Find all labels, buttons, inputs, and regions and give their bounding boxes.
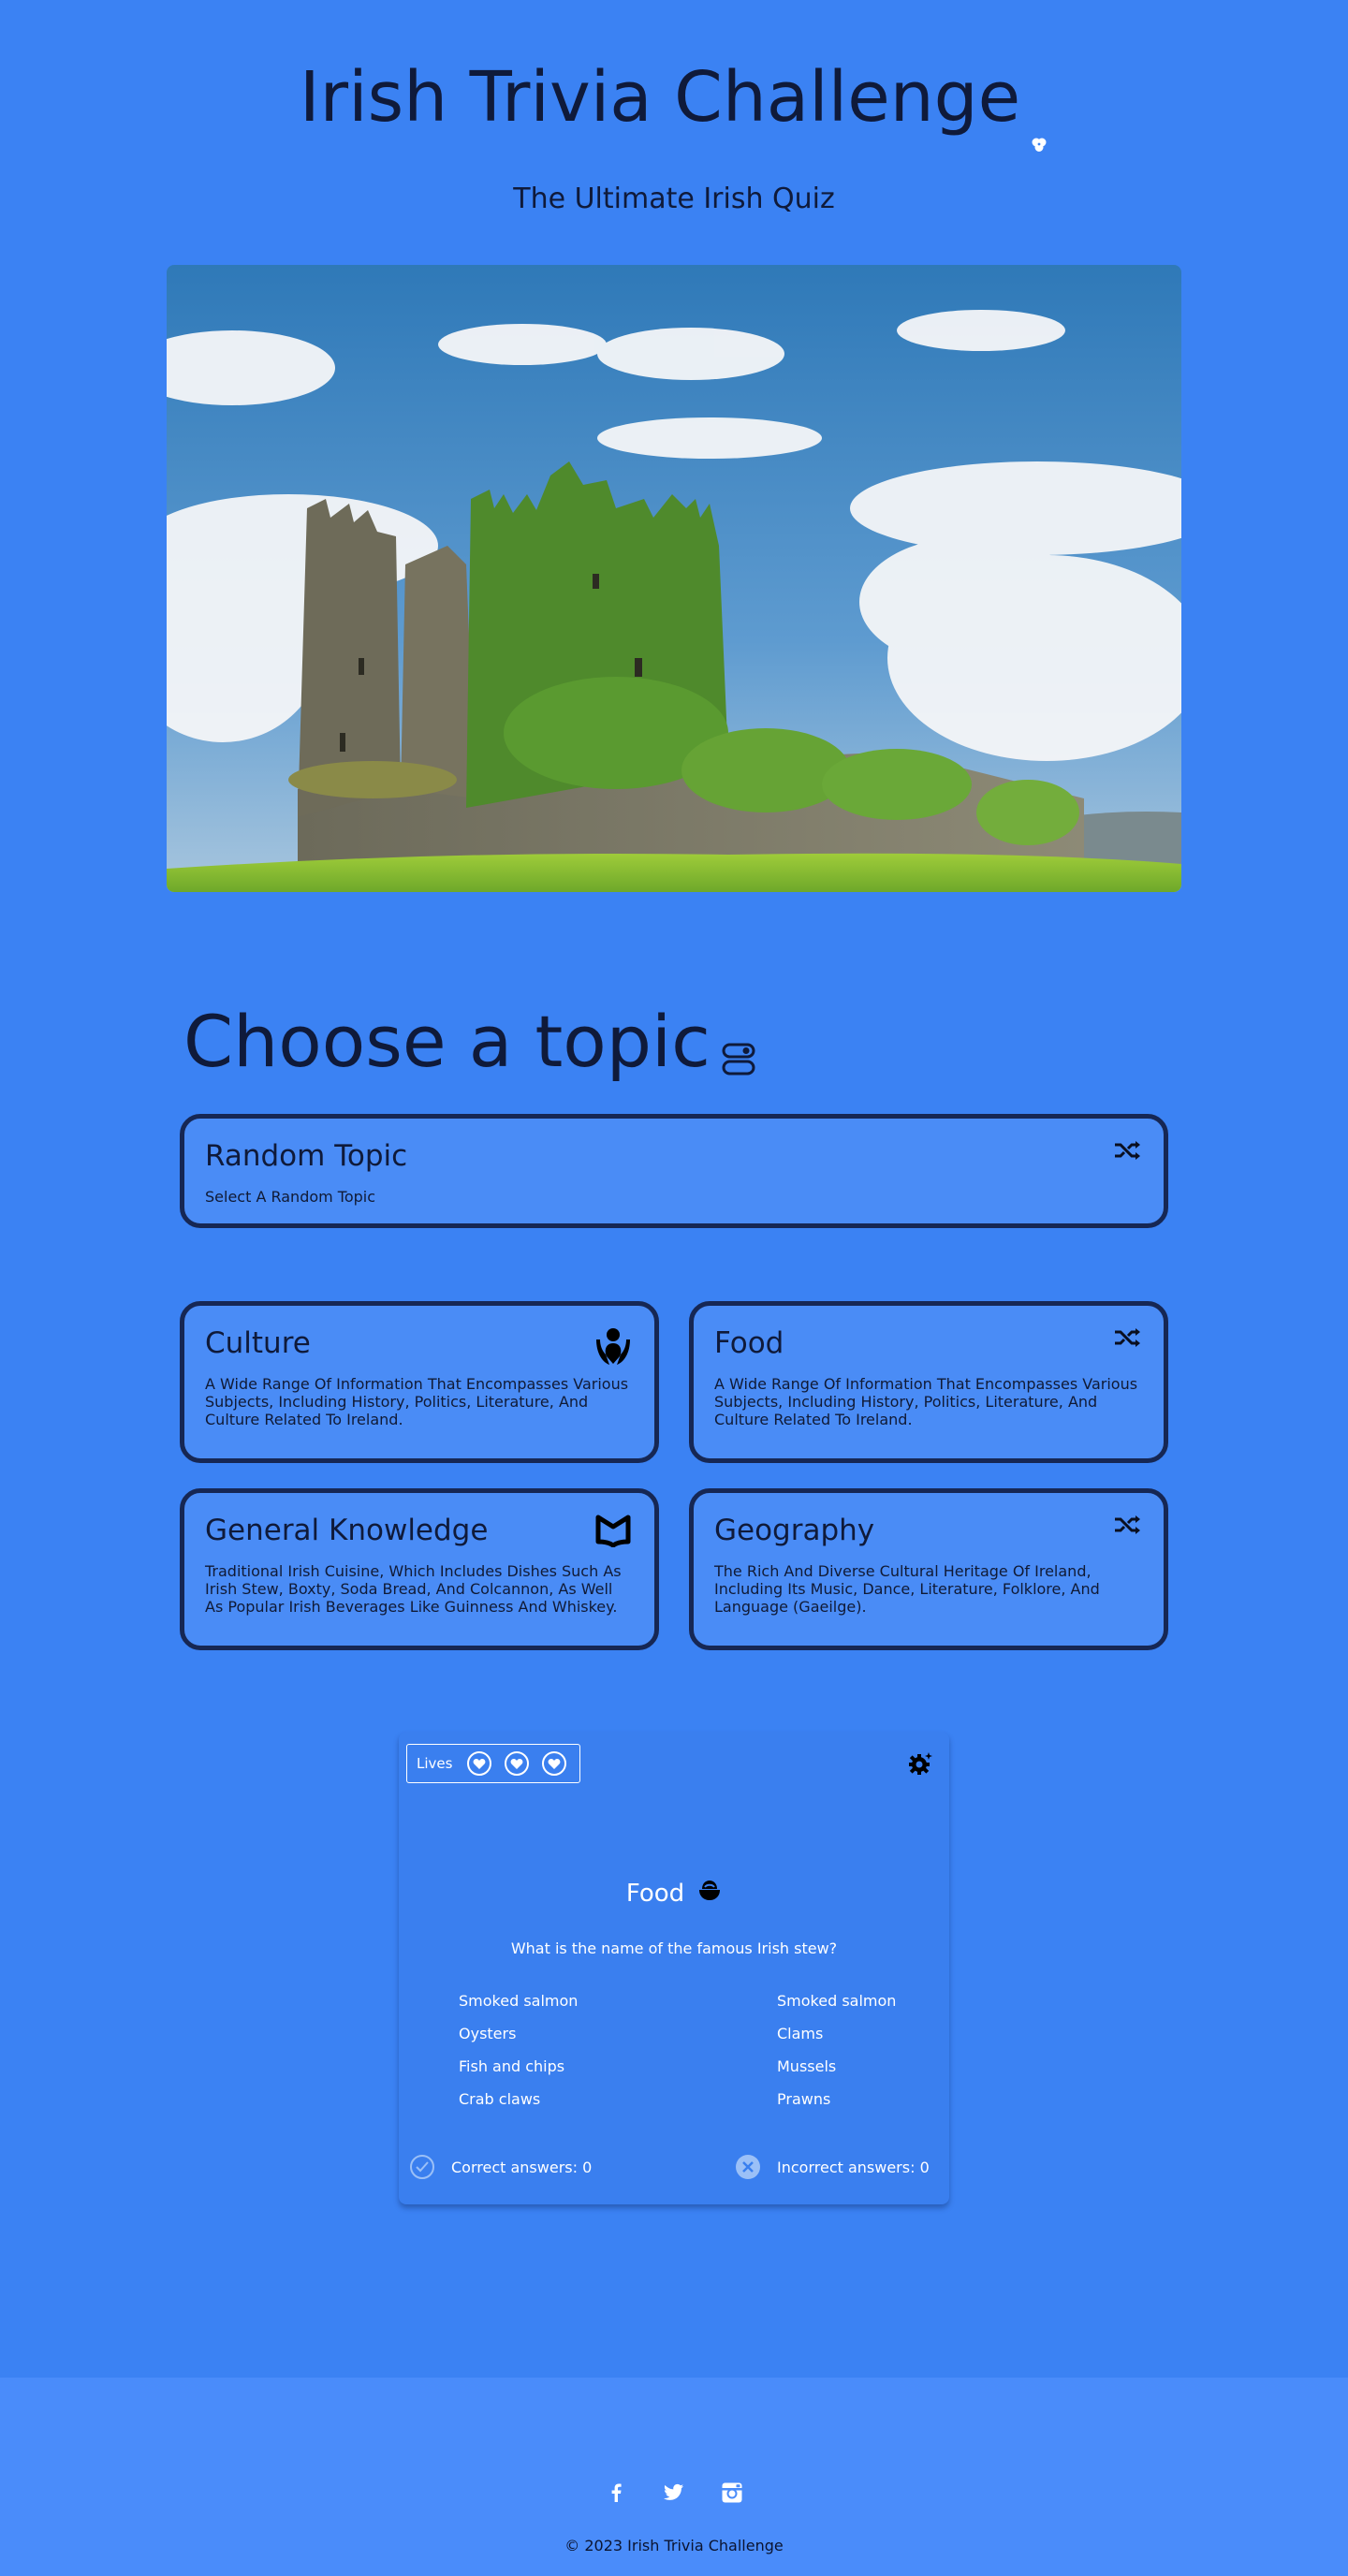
quiz-topic: Food xyxy=(625,1879,685,1908)
answer-option[interactable]: Smoked salmon xyxy=(777,1992,896,2025)
correct-answers-counter: Correct answers: 0 xyxy=(410,2155,592,2179)
food-bowl-icon xyxy=(697,1878,722,1909)
quiz-question: What is the name of the famous Irish ste… xyxy=(510,1939,838,1957)
heart-icon xyxy=(467,1751,492,1776)
copyright-text: © 2023 Irish Trivia Challenge xyxy=(564,2537,784,2554)
facebook-icon[interactable] xyxy=(606,2482,626,2503)
site-footer: © 2023 Irish Trivia Challenge xyxy=(0,2378,1348,2576)
topic-card-culture[interactable]: Culture A Wide Range Of Information That… xyxy=(180,1301,659,1463)
topics-heading: Choose a topic xyxy=(183,1000,711,1083)
shuffle-icon xyxy=(1113,1514,1141,1540)
topic-card-description: The Rich And Diverse Cultural Heritage O… xyxy=(714,1562,1100,1616)
shuffle-icon xyxy=(1113,1139,1141,1165)
topic-card-title: Geography xyxy=(714,1514,875,1547)
hero-castle-image xyxy=(167,265,1181,892)
topic-card-description: A Wide Range Of Information That Encompa… xyxy=(205,1375,629,1428)
topic-card-geography[interactable]: Geography The Rich And Diverse Cultural … xyxy=(689,1488,1168,1650)
topic-card-title: Food xyxy=(714,1326,784,1360)
topic-card-title: Random Topic xyxy=(205,1139,408,1173)
answer-option[interactable]: Crab claws xyxy=(459,2090,578,2123)
topic-card-general-knowledge[interactable]: General Knowledge Traditional Irish Cuis… xyxy=(180,1488,659,1650)
shamrock-icon xyxy=(1030,90,1048,173)
shuffle-icon xyxy=(1113,1326,1141,1353)
topic-card-random[interactable]: Random Topic Select A Random Topic xyxy=(180,1114,1168,1228)
site-title: Irish Trivia Challenge xyxy=(299,57,1021,138)
hands-person-icon xyxy=(594,1326,632,1369)
answer-option[interactable]: Prawns xyxy=(777,2090,896,2123)
lives-counter: Lives xyxy=(406,1744,580,1783)
answer-option[interactable]: Smoked salmon xyxy=(459,1992,578,2025)
topic-card-description: Select A Random Topic xyxy=(205,1188,376,1206)
answers-column-right: Smoked salmon Clams Mussels Prawns xyxy=(777,1992,896,2123)
answers-column-left: Smoked salmon Oysters Fish and chips Cra… xyxy=(459,1992,578,2123)
site-header: Irish Trivia Challenge The Ultimate Iris… xyxy=(0,56,1348,215)
incorrect-answers-counter: Incorrect answers: 0 xyxy=(736,2155,930,2179)
site-title-row: Irish Trivia Challenge xyxy=(300,56,1048,173)
instagram-icon[interactable] xyxy=(722,2482,742,2503)
answer-option[interactable]: Oysters xyxy=(459,2025,578,2057)
heart-icon xyxy=(542,1751,567,1776)
topic-card-title: Culture xyxy=(205,1326,311,1360)
answer-option[interactable]: Clams xyxy=(777,2025,896,2057)
settings-gear-icon[interactable] xyxy=(908,1750,934,1780)
toggle-switches-icon xyxy=(722,1009,755,1092)
site-subtitle: The Ultimate Irish Quiz xyxy=(513,182,835,215)
heart-icon xyxy=(505,1751,530,1776)
answer-option[interactable]: Mussels xyxy=(777,2057,896,2090)
topic-card-title: General Knowledge xyxy=(205,1514,489,1547)
lives-label: Lives xyxy=(417,1755,453,1772)
topic-card-food[interactable]: Food A Wide Range Of Information That En… xyxy=(689,1301,1168,1463)
social-links xyxy=(0,2482,1348,2503)
quiz-panel: Lives Food What is the name of the famou… xyxy=(399,1732,949,2204)
topics-heading-row: Choose a topic xyxy=(183,1000,755,1092)
topic-card-description: A Wide Range Of Information That Encompa… xyxy=(714,1375,1138,1428)
check-circle-icon xyxy=(410,2155,434,2179)
quiz-topic-row: Food xyxy=(399,1878,949,1909)
twitter-icon[interactable] xyxy=(664,2482,684,2503)
topic-card-description: Traditional Irish Cuisine, Which Include… xyxy=(205,1562,622,1616)
incorrect-answers-label: Incorrect answers: 0 xyxy=(777,2158,930,2176)
x-circle-icon xyxy=(736,2155,760,2179)
correct-answers-label: Correct answers: 0 xyxy=(451,2158,593,2176)
answer-option[interactable]: Fish and chips xyxy=(459,2057,578,2090)
book-icon xyxy=(594,1514,632,1551)
